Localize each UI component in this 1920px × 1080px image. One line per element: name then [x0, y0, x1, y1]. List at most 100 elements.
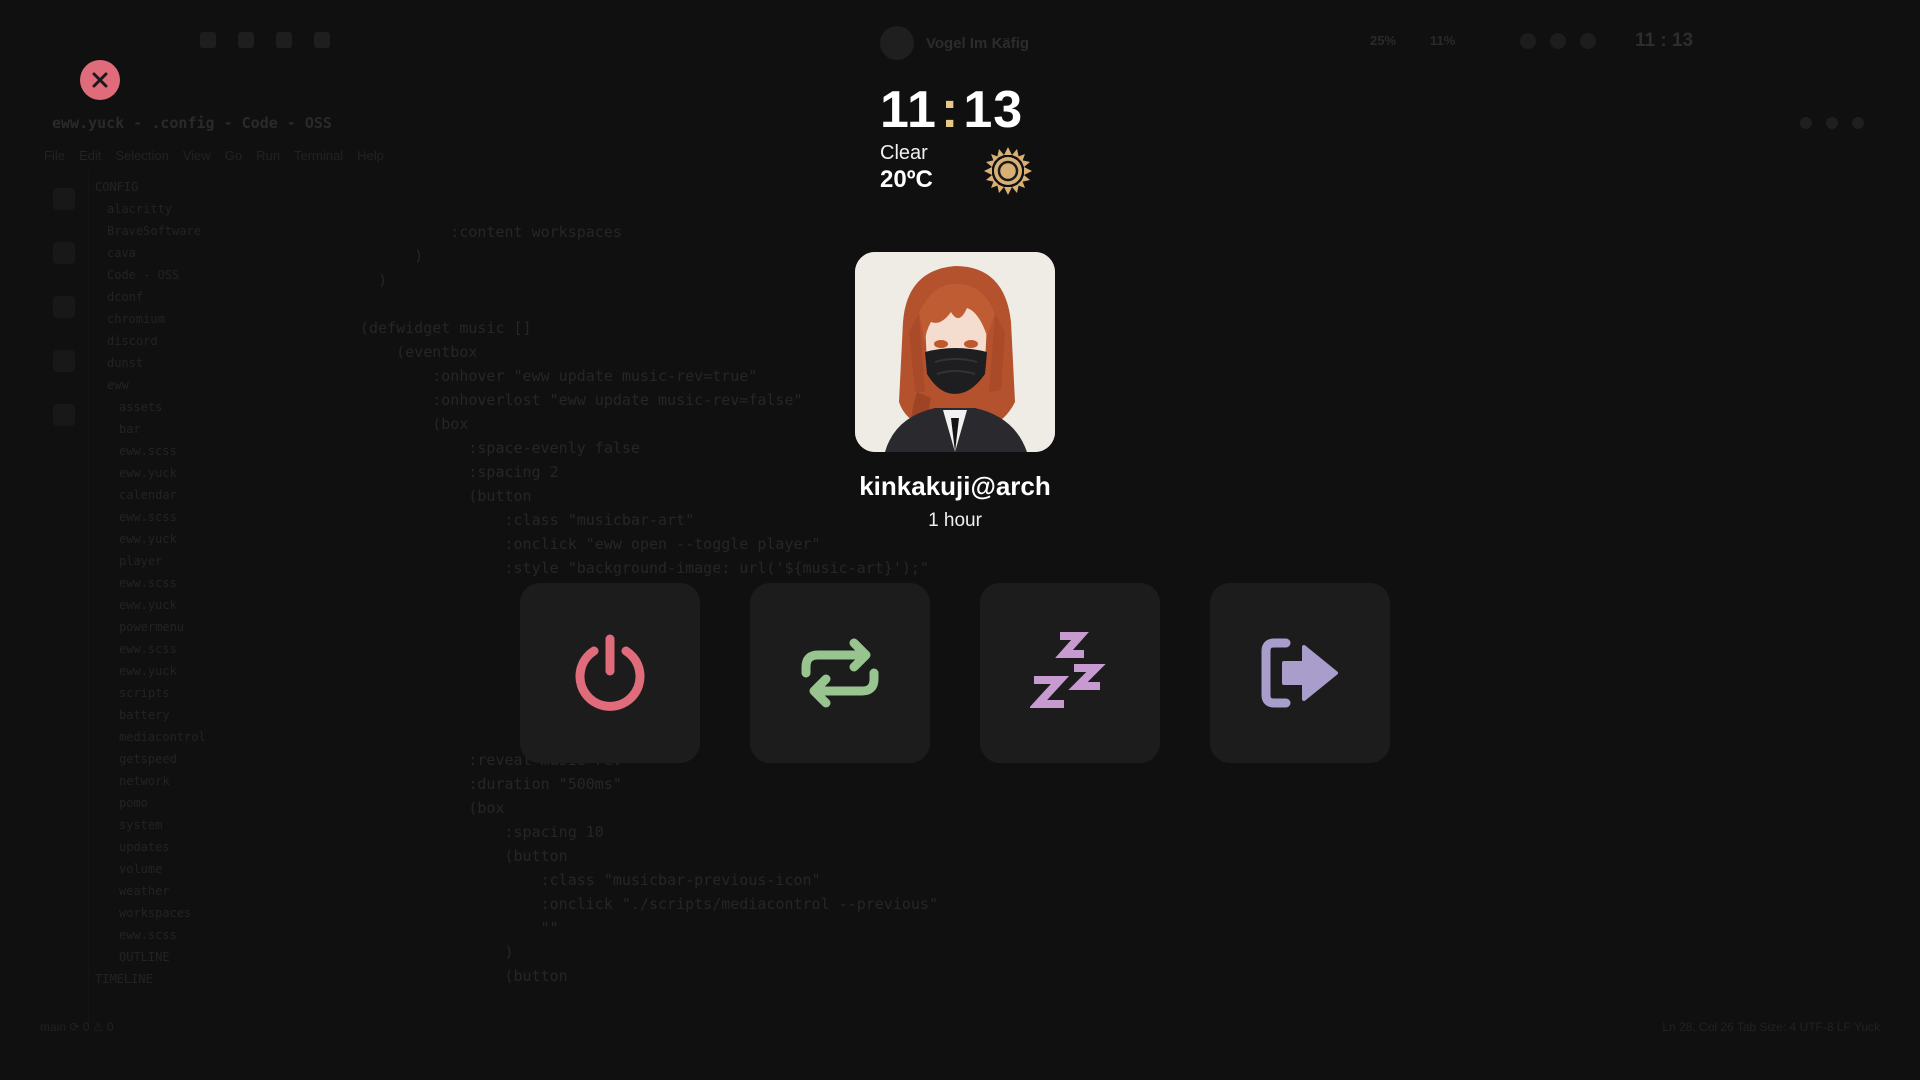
browser-icon [314, 32, 330, 48]
code-line: :content workspaces [360, 223, 622, 241]
file-tree-item: chromium [107, 312, 165, 326]
file-tree-item: eww.yuck [119, 598, 177, 612]
network-icon [1520, 33, 1536, 49]
file-tree-item: weather [119, 884, 170, 898]
file-tree-item: eww [107, 378, 129, 392]
editor-menu-item: Edit [78, 148, 102, 163]
editor-menu-item: Help [357, 148, 384, 163]
file-tree-item: powermenu [119, 620, 185, 634]
close-icon [92, 72, 108, 88]
code-line: :onclick "eww open --toggle player" [360, 535, 821, 553]
code-line: (box [360, 799, 505, 817]
code-line: "" [360, 919, 559, 937]
code-line: (button [360, 967, 568, 985]
file-tree-item: discord [107, 334, 158, 348]
file-tree-item: player [119, 554, 163, 568]
code-line: :spacing 10 [360, 823, 604, 841]
logout-button[interactable] [1210, 583, 1390, 763]
shutdown-button[interactable] [520, 583, 700, 763]
editor-menu-item: Terminal [294, 148, 344, 163]
main-clock: 11:13 [880, 80, 1023, 140]
background-desktop: Vogel Im Käfig 25% 11% 11 : 13 eww.yuck … [0, 0, 1920, 1080]
close-window-icon [1852, 117, 1864, 129]
cpu-stat: 25% [1370, 33, 1397, 48]
file-tree-item: dunst [107, 356, 144, 370]
sun-icon [984, 147, 1032, 195]
file-tree-item: eww.yuck [119, 664, 177, 678]
top-bar: Vogel Im Käfig 25% 11% 11 : 13 [0, 0, 1920, 86]
status-right: Ln 28, Col 26 Tab Size: 4 UTF-8 LF Yuck [1662, 1020, 1880, 1034]
file-tree-item: eww.scss [119, 642, 177, 656]
files-icon [276, 32, 292, 48]
file-tree-item: battery [119, 708, 170, 722]
clock-hours: 11 [880, 81, 937, 139]
logout-icon [1261, 638, 1338, 708]
file-tree-item: eww.scss [119, 444, 177, 458]
clock-separator: : [940, 81, 960, 139]
avatar-image [855, 252, 1055, 452]
file-tree-item: OUTLINE [119, 950, 170, 964]
file-tree-item: eww.yuck [119, 466, 177, 480]
search-icon [53, 242, 75, 264]
avatar [855, 252, 1055, 452]
code-line: :onclick "./scripts/mediacontrol --previ… [360, 895, 938, 913]
file-tree-item: eww.scss [119, 928, 177, 942]
weather-condition: Clear [880, 142, 928, 164]
reboot-button[interactable] [750, 583, 930, 763]
editor-menu-item: File [44, 148, 65, 163]
file-tree-item: system [119, 818, 163, 832]
power-icon [200, 32, 216, 48]
file-tree-item: TIMELINE [95, 972, 153, 986]
file-tree-item: cava [107, 246, 136, 260]
ram-stat: 11% [1430, 33, 1456, 48]
file-tree-item: scripts [119, 686, 170, 700]
run-icon [53, 350, 75, 372]
system-tray [1520, 33, 1596, 49]
battery-icon [1550, 33, 1566, 49]
volume-icon [1580, 33, 1596, 49]
clock-minutes: 13 [963, 81, 1024, 139]
editor-menu-item: View [182, 148, 211, 163]
editor-statusbar: main ⟳ 0 ⚠ 0 Ln 28, Col 26 Tab Size: 4 U… [40, 1016, 1880, 1040]
file-tree-item: bar [119, 422, 141, 436]
sleep-icon [1030, 632, 1106, 708]
system-stats: 25% 11% [1370, 33, 1455, 48]
code-line: :class "musicbar-previous-icon" [360, 871, 821, 889]
file-tree-item: calendar [119, 488, 177, 502]
code-line: ) [360, 943, 514, 961]
editor-menu-item: Selection [115, 148, 169, 163]
file-tree-item: updates [119, 840, 170, 854]
topbar-clock: 11 : 13 [1635, 30, 1694, 51]
maximize-icon [1826, 117, 1838, 129]
topbar-icons [200, 32, 330, 48]
file-tree: CONFIG alacritty BraveSoftware cava Code - O… [95, 176, 355, 990]
power-icon [575, 634, 645, 711]
file-tree-item: alacritty [107, 202, 173, 216]
file-tree-item: CONFIG [95, 180, 139, 194]
code-line: :style "background-image: url('${music-a… [360, 559, 929, 577]
power-actions [520, 583, 1390, 763]
weather-temperature: 20ºC [880, 166, 933, 193]
repeat-icon [801, 638, 879, 708]
music-art [880, 26, 914, 60]
minimize-icon [1800, 117, 1812, 129]
extensions-icon [53, 404, 75, 426]
music-widget: Vogel Im Käfig [880, 26, 1029, 60]
file-tree-item: getspeed [119, 752, 177, 766]
file-tree-item: mediacontrol [119, 730, 206, 744]
activity-bar [40, 170, 89, 1030]
file-tree-item: BraveSoftware [107, 224, 201, 238]
editor-menu-item: Go [224, 148, 243, 163]
close-button[interactable] [80, 60, 120, 100]
editor-title: eww.yuck - .config - Code - OSS [52, 114, 332, 132]
suspend-button[interactable] [980, 583, 1160, 763]
source-control-icon [53, 296, 75, 318]
explorer-icon [53, 188, 75, 210]
editor-menu: File Edit Selection View Go Run Terminal Help [44, 148, 384, 163]
song-title: Vogel Im Käfig [926, 34, 1030, 52]
file-tree-item: assets [119, 400, 163, 414]
username: kinkakuji@arch [859, 471, 1051, 501]
file-tree-item: eww.scss [119, 576, 177, 590]
code-line: :duration "500ms" [360, 775, 622, 793]
file-tree-item: network [119, 774, 170, 788]
